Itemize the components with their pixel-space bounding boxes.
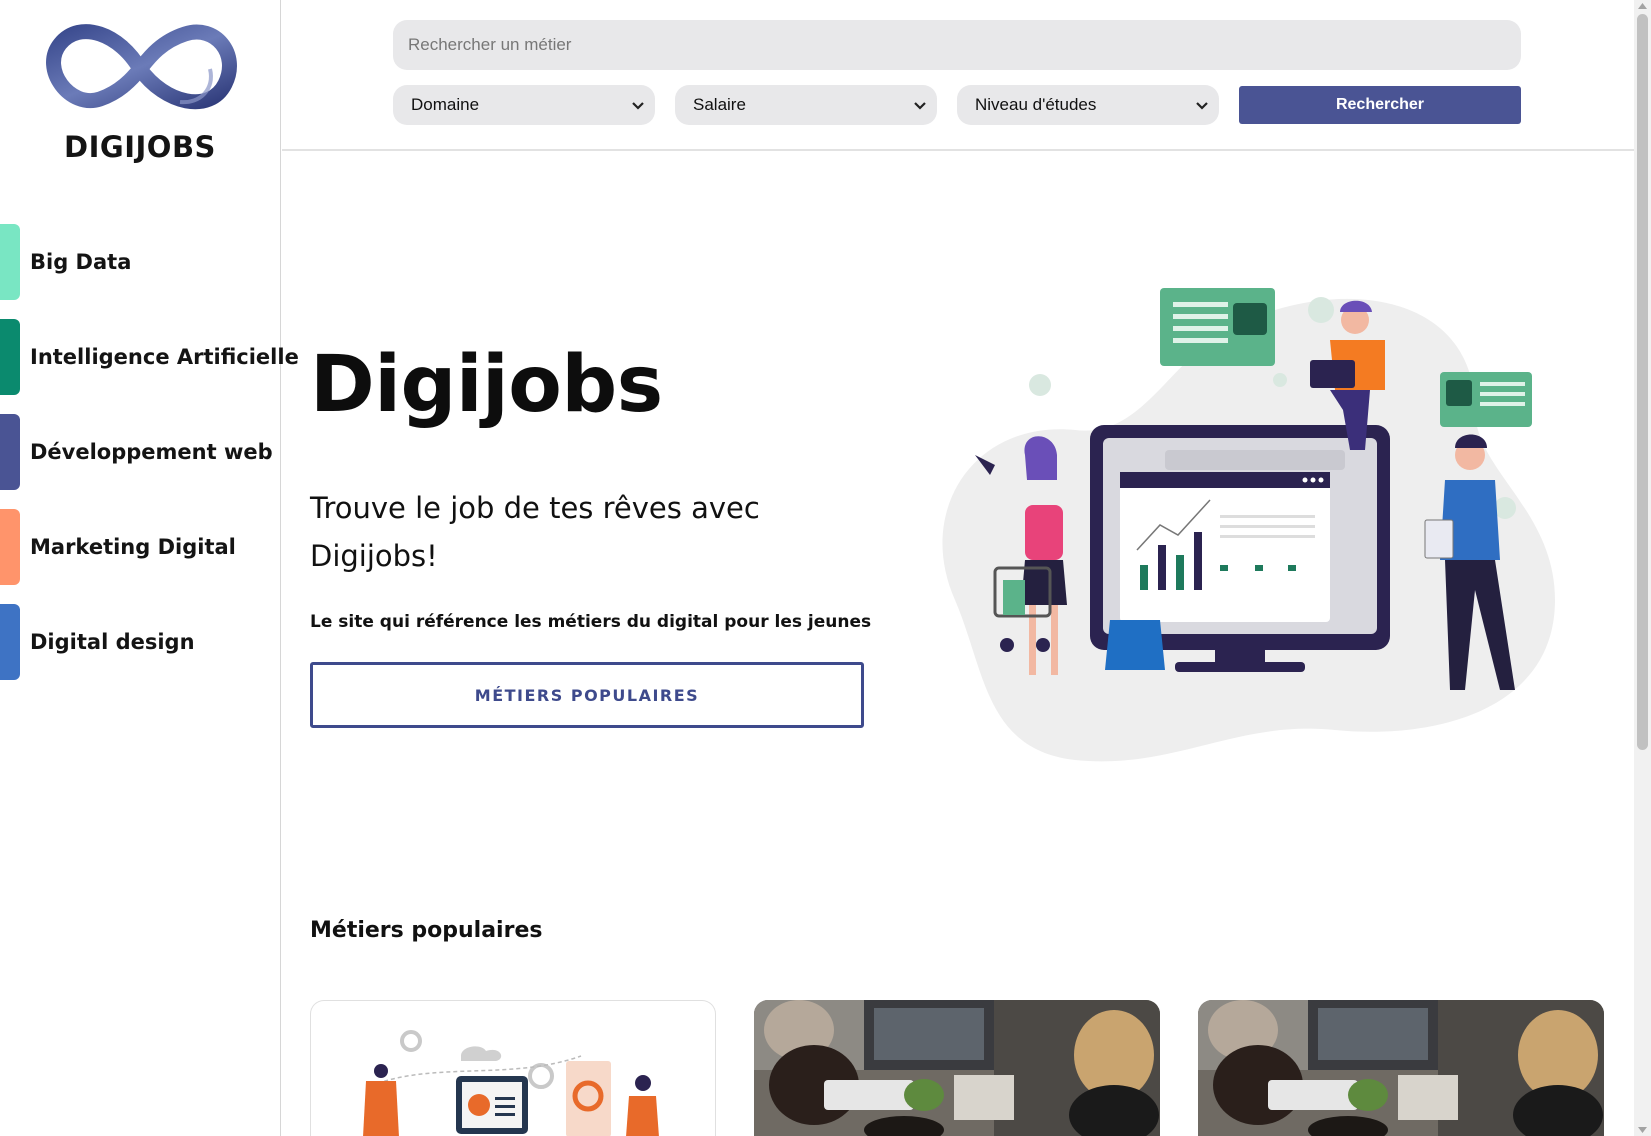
education-select-value: Niveau d'études	[975, 95, 1097, 114]
job-card[interactable]	[310, 1000, 716, 1136]
chevron-down-icon	[632, 102, 644, 110]
salary-select[interactable]: Salaire	[675, 85, 937, 125]
category-color-bar	[0, 509, 20, 585]
chevron-down-icon	[914, 102, 926, 110]
hero-subtitle: Trouve le job de tes rêves avec Digijobs…	[310, 491, 760, 573]
popular-jobs-button[interactable]: MÉTIERS POPULAIRES	[310, 662, 864, 728]
sidebar-item-label: Digital design	[30, 630, 195, 654]
sidebar-item-digital-design[interactable]: Digital design	[0, 604, 281, 680]
category-color-bar	[0, 604, 20, 680]
hero-description: Le site qui référence les métiers du dig…	[310, 612, 872, 632]
domain-select-value: Domaine	[411, 95, 480, 114]
hero-title: Digijobs	[310, 340, 663, 430]
infinity-logo-icon	[46, 24, 237, 110]
sidebar-item-intelligence-artificielle[interactable]: Intelligence Artificielle	[0, 319, 299, 395]
sidebar-item-label: Big Data	[30, 250, 132, 274]
category-color-bar	[0, 224, 20, 300]
vertical-scrollbar[interactable]	[1634, 0, 1651, 1136]
scroll-up-arrow-icon[interactable]	[1638, 3, 1647, 9]
sidebar: DIGIJOBS Big Data Intelligence Artificie…	[0, 0, 299, 1136]
sidebar-item-marketing-digital[interactable]: Marketing Digital	[0, 509, 281, 585]
education-select[interactable]: Niveau d'études	[957, 85, 1219, 125]
popular-jobs-title: Métiers populaires	[310, 918, 543, 943]
search-button[interactable]: Rechercher	[1239, 86, 1521, 124]
job-card-photo	[1198, 1000, 1604, 1136]
scrollbar-thumb[interactable]	[1637, 14, 1648, 750]
sidebar-item-developpement-web[interactable]: Développement web	[0, 414, 281, 490]
job-card-illustration	[363, 1030, 659, 1136]
search-input[interactable]	[393, 20, 1521, 70]
scroll-down-arrow-icon[interactable]	[1638, 1127, 1647, 1133]
sidebar-item-big-data[interactable]: Big Data	[0, 224, 281, 300]
job-card-photo	[754, 1000, 1160, 1136]
brand-name: DIGIJOBS	[64, 130, 216, 164]
category-color-bar	[0, 414, 20, 490]
job-card[interactable]	[1198, 1000, 1604, 1136]
job-card[interactable]	[754, 1000, 1160, 1136]
chevron-down-icon	[1196, 102, 1208, 110]
category-color-bar	[0, 319, 20, 395]
hero-illustration	[942, 288, 1555, 762]
sidebar-item-label: Marketing Digital	[30, 535, 236, 559]
search-header: Domaine Salaire Niveau d'études Recherch…	[282, 0, 1634, 151]
logo[interactable]: DIGIJOBS	[40, 14, 240, 164]
salary-select-value: Salaire	[693, 95, 746, 114]
sidebar-item-label: Intelligence Artificielle	[30, 345, 299, 369]
sidebar-item-label: Développement web	[30, 440, 273, 464]
domain-select[interactable]: Domaine	[393, 85, 655, 125]
